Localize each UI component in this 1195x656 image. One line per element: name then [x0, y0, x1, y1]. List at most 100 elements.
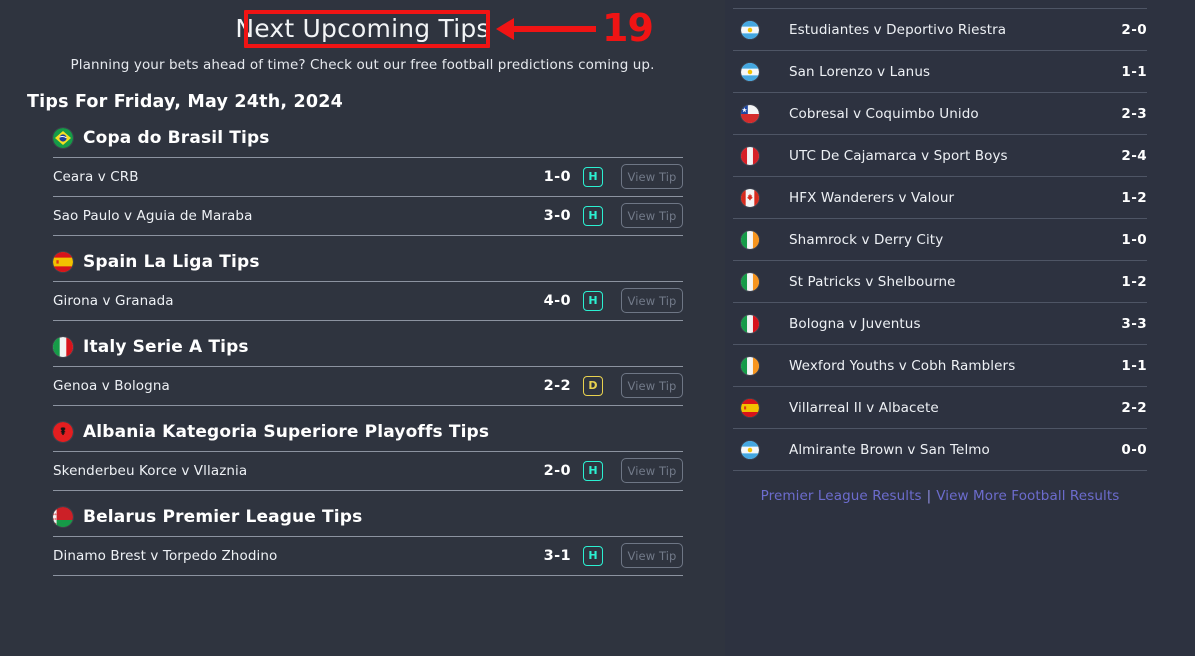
- result-score: 1-2: [1121, 189, 1147, 206]
- tip-match-name: Ceara v CRB: [53, 168, 139, 185]
- tips-list: Copa do Brasil Tips Ceara v CRB 1-0 H View T…: [53, 127, 683, 576]
- italy-flag-icon: [53, 336, 73, 357]
- result-score: 2-0: [1121, 21, 1147, 38]
- league-title: Belarus Premier League Tips: [83, 506, 363, 527]
- peru-flag-icon: [741, 146, 759, 165]
- page-root: Next Upcoming Tips Planning your bets ah…: [0, 0, 1195, 656]
- result-flag-cell: [741, 20, 789, 39]
- chile-flag-icon: [741, 104, 759, 123]
- league-title: Albania Kategoria Superiore Playoffs Tip…: [83, 421, 490, 442]
- hero-section: Next Upcoming Tips Planning your bets ah…: [0, 0, 725, 73]
- league-header: Albania Kategoria Superiore Playoffs Tip…: [53, 421, 683, 452]
- belarus-flag-icon: [53, 506, 73, 527]
- tip-match-name: Sao Paulo v Aguia de Maraba: [53, 207, 253, 224]
- outcome-badge: H: [583, 460, 603, 481]
- result-match-name: Wexford Youths v Cobh Ramblers: [789, 357, 1016, 374]
- results-list: Estudiantes v Deportivo Riestra 2-0 San Lo…: [733, 0, 1147, 471]
- tip-predicted-score: 3-1: [543, 547, 571, 564]
- result-score: 2-4: [1121, 147, 1147, 164]
- canada-flag-icon: [741, 188, 759, 207]
- argentina-flag-icon: [741, 20, 759, 39]
- result-match-name: St Patricks v Shelbourne: [789, 273, 956, 290]
- italy-flag-icon: [741, 314, 759, 333]
- result-score: 0-0: [1121, 441, 1147, 458]
- argentina-flag-icon: [741, 62, 759, 81]
- league-header: Copa do Brasil Tips: [53, 127, 683, 158]
- league-header: Belarus Premier League Tips: [53, 506, 683, 537]
- result-flag-cell: [741, 272, 789, 291]
- view-tip-button[interactable]: View Tip: [621, 288, 683, 314]
- tip-row[interactable]: Genoa v Bologna 2-2 D View Tip: [53, 365, 683, 406]
- premier-league-results-link[interactable]: Premier League Results: [761, 488, 922, 504]
- tip-predicted-score: 2-0: [543, 462, 571, 479]
- view-tip-button[interactable]: View Tip: [621, 373, 683, 399]
- result-row[interactable]: Cobresal v Coquimbo Unido 2-3: [733, 92, 1147, 135]
- league-header: Italy Serie A Tips: [53, 336, 683, 367]
- latest-results-panel: Estudiantes v Deportivo Riestra 2-0 San Lo…: [725, 0, 1195, 656]
- outcome-badge: D: [583, 375, 603, 396]
- tip-predicted-score: 4-0: [543, 292, 571, 309]
- outcome-badge: H: [583, 290, 603, 311]
- results-footer: Premier League Results | View More Footb…: [733, 471, 1147, 504]
- result-score: 1-2: [1121, 273, 1147, 290]
- result-row[interactable]: HFX Wanderers v Valour 1-2: [733, 176, 1147, 219]
- result-score: 1-1: [1121, 63, 1147, 80]
- result-row[interactable]: St Patricks v Shelbourne 1-2: [733, 260, 1147, 303]
- result-row[interactable]: Almirante Brown v San Telmo 0-0: [733, 428, 1147, 471]
- league-header: Spain La Liga Tips: [53, 251, 683, 282]
- view-tip-button[interactable]: View Tip: [621, 458, 683, 484]
- tip-match-name: Skenderbeu Korce v Vllaznia: [53, 462, 248, 479]
- result-row[interactable]: Villarreal II v Albacete 2-2: [733, 386, 1147, 429]
- league-block: Albania Kategoria Superiore Playoffs Tip…: [53, 421, 683, 491]
- league-title: Copa do Brasil Tips: [83, 127, 270, 148]
- footer-link-separator: |: [926, 488, 932, 504]
- result-match-name: Estudiantes v Deportivo Riestra: [789, 21, 1007, 38]
- result-row[interactable]: Estudiantes v Deportivo Riestra 2-0: [733, 8, 1147, 51]
- outcome-badge: H: [583, 166, 603, 187]
- date-heading: Tips For Friday, May 24th, 2024: [27, 91, 344, 112]
- outcome-badge: H: [583, 545, 603, 566]
- view-tip-button[interactable]: View Tip: [621, 164, 683, 190]
- result-score: 1-1: [1121, 357, 1147, 374]
- result-match-name: Villarreal II v Albacete: [789, 399, 939, 416]
- result-flag-cell: [741, 440, 789, 459]
- ireland-flag-icon: [741, 272, 759, 291]
- ireland-flag-icon: [741, 230, 759, 249]
- result-flag-cell: [741, 104, 789, 123]
- upcoming-tips-panel: Next Upcoming Tips Planning your bets ah…: [0, 0, 725, 656]
- result-row[interactable]: Wexford Youths v Cobh Ramblers 1-1: [733, 344, 1147, 387]
- outcome-badge: H: [583, 205, 603, 226]
- tip-predicted-score: 2-2: [543, 377, 571, 394]
- result-row[interactable]: San Lorenzo v Lanus 1-1: [733, 50, 1147, 93]
- tip-row[interactable]: Sao Paulo v Aguia de Maraba 3-0 H View Tip: [53, 195, 683, 236]
- league-block: Copa do Brasil Tips Ceara v CRB 1-0 H View T…: [53, 127, 683, 236]
- page-title: Next Upcoming Tips: [235, 14, 490, 43]
- result-row[interactable]: Bologna v Juventus 3-3: [733, 302, 1147, 345]
- tip-predicted-score: 3-0: [543, 207, 571, 224]
- league-title: Spain La Liga Tips: [83, 251, 260, 272]
- view-tip-button[interactable]: View Tip: [621, 543, 683, 569]
- tip-row[interactable]: Girona v Granada 4-0 H View Tip: [53, 280, 683, 321]
- result-flag-cell: [741, 314, 789, 333]
- result-score: 3-3: [1121, 315, 1147, 332]
- tip-predicted-score: 1-0: [543, 168, 571, 185]
- result-flag-cell: [741, 146, 789, 165]
- view-more-football-results-link[interactable]: View More Football Results: [936, 488, 1119, 504]
- result-score: 2-3: [1121, 105, 1147, 122]
- result-match-name: UTC De Cajamarca v Sport Boys: [789, 147, 1008, 164]
- result-flag-cell: [741, 356, 789, 375]
- result-match-name: San Lorenzo v Lanus: [789, 63, 931, 80]
- tip-row[interactable]: Ceara v CRB 1-0 H View Tip: [53, 156, 683, 197]
- league-title: Italy Serie A Tips: [83, 336, 249, 357]
- albania-flag-icon: [53, 421, 73, 442]
- result-row[interactable]: Shamrock v Derry City 1-0: [733, 218, 1147, 261]
- tip-row[interactable]: Skenderbeu Korce v Vllaznia 2-0 H View Tip: [53, 450, 683, 491]
- league-block: Italy Serie A Tips Genoa v Bologna 2-2 D Vie…: [53, 336, 683, 406]
- result-row[interactable]: UTC De Cajamarca v Sport Boys 2-4: [733, 134, 1147, 177]
- view-tip-button[interactable]: View Tip: [621, 203, 683, 229]
- result-flag-cell: [741, 398, 789, 417]
- result-flag-cell: [741, 188, 789, 207]
- result-match-name: HFX Wanderers v Valour: [789, 189, 955, 206]
- tip-row[interactable]: Dinamo Brest v Torpedo Zhodino 3-1 H View T…: [53, 535, 683, 576]
- result-match-name: Cobresal v Coquimbo Unido: [789, 105, 979, 122]
